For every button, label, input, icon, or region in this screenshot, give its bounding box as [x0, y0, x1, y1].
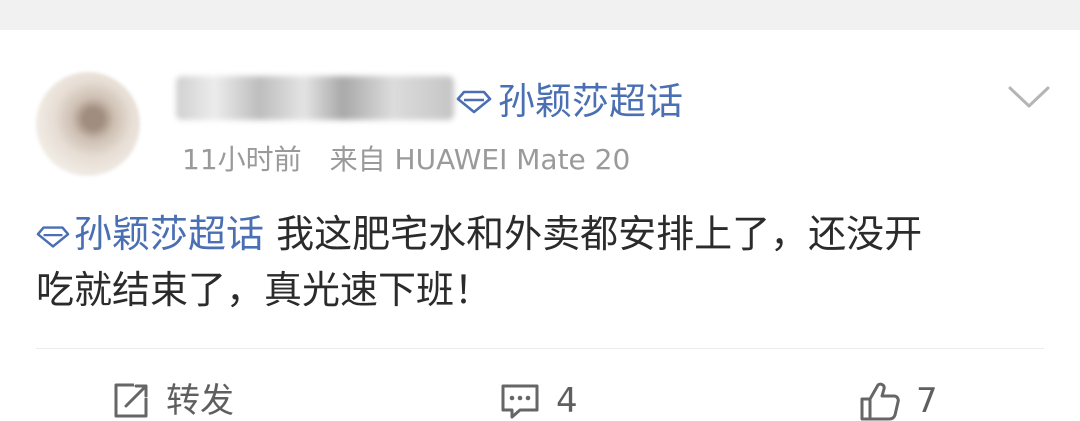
comment-count: 4: [556, 381, 578, 421]
chevron-down-icon[interactable]: [1006, 82, 1052, 112]
username-redacted[interactable]: [176, 76, 454, 120]
like-button[interactable]: 7: [858, 372, 938, 421]
post-content: 孙颖莎超话 我这肥宅水和外卖都安排上了，还没开 吃就结束了，真光速下班！: [36, 206, 1036, 318]
post-meta: 11小时前 来自 HUAWEI Mate 20: [182, 140, 630, 180]
comment-button[interactable]: 4: [498, 372, 578, 421]
like-count: 7: [916, 381, 938, 421]
inline-topic-link[interactable]: 孙颖莎超话: [36, 212, 264, 256]
repost-button[interactable]: 转发: [110, 372, 234, 421]
topic-link[interactable]: 孙颖莎超话: [456, 78, 683, 126]
post-content-line-1: 孙颖莎超话 我这肥宅水和外卖都安排上了，还没开: [36, 206, 1036, 262]
diamond-icon: [456, 90, 492, 114]
post-time: 11小时前: [182, 143, 302, 176]
post-text-line-2: 吃就结束了，真光速下班！: [36, 268, 493, 312]
inline-topic-label: 孙颖莎超话: [74, 212, 265, 256]
weibo-post-card: 孙颖莎超话 11小时前 来自 HUAWEI Mate 20 孙颖莎超话 我这肥宅…: [0, 0, 1080, 421]
comment-icon: [501, 384, 539, 419]
repost-icon: [114, 383, 148, 418]
topic-link-label: 孙颖莎超话: [498, 80, 683, 123]
like-icon: [860, 382, 900, 421]
post-text-line-1: 我这肥宅水和外卖都安排上了，还没开: [276, 212, 923, 256]
post-source: 来自 HUAWEI Mate 20: [329, 143, 631, 176]
diamond-icon: [36, 226, 70, 248]
card-separator: [0, 0, 1080, 30]
avatar[interactable]: [36, 72, 140, 176]
divider: [36, 348, 1044, 349]
repost-label: 转发: [166, 381, 234, 421]
